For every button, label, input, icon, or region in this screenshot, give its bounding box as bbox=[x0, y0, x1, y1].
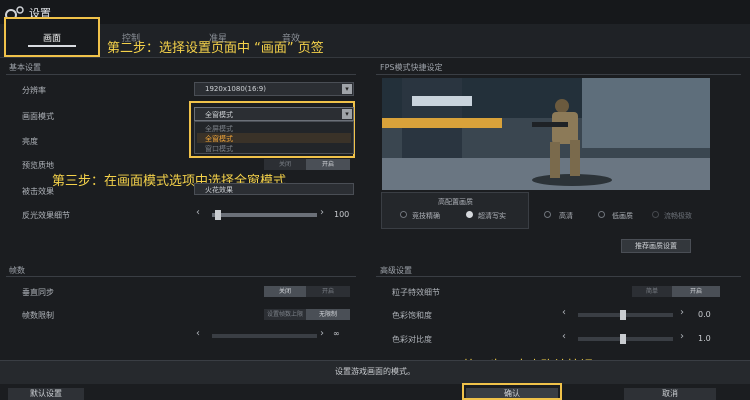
resolution-value: 1920x1080(16:9) bbox=[205, 85, 266, 93]
fps-limit-label: 帧数限制 bbox=[22, 311, 54, 320]
option-low-label: 低画质 bbox=[612, 212, 633, 220]
fps-slider[interactable] bbox=[212, 334, 317, 338]
preview-off-toggle[interactable]: 关闭 bbox=[264, 159, 306, 170]
resolution-dropdown[interactable]: 1920x1080(16:9) ▾ bbox=[194, 82, 354, 96]
tab-display[interactable]: 画面 bbox=[4, 17, 100, 57]
option-borderless[interactable]: 全窗模式 bbox=[205, 134, 233, 144]
resolution-label: 分辨率 bbox=[22, 86, 46, 95]
saturation-label: 色彩饱和度 bbox=[392, 311, 432, 320]
option-ultra-label: 超清写实 bbox=[478, 212, 506, 220]
chevron-left-icon[interactable]: ‹ bbox=[562, 331, 566, 342]
chevron-right-icon[interactable]: › bbox=[320, 328, 324, 339]
contrast-slider-knob[interactable] bbox=[620, 334, 626, 344]
cancel-button[interactable]: 取消 bbox=[624, 388, 716, 400]
radio-high[interactable] bbox=[544, 211, 551, 218]
tab-display-label: 画面 bbox=[42, 34, 61, 44]
radio-ultra[interactable] bbox=[466, 211, 473, 218]
divider bbox=[376, 276, 741, 277]
display-mode-value: 全窗模式 bbox=[205, 111, 233, 119]
vsync-on-toggle[interactable]: 开启 bbox=[306, 286, 350, 297]
recommend-quality-button[interactable]: 推荐画质设置 bbox=[621, 239, 691, 253]
chevron-left-icon[interactable]: ‹ bbox=[562, 307, 566, 318]
hit-effect-label: 被击效果 bbox=[22, 187, 54, 196]
reset-button[interactable]: 默认设置 bbox=[8, 388, 84, 400]
divider bbox=[376, 74, 741, 75]
particle-on-toggle[interactable]: 开启 bbox=[672, 286, 720, 297]
option-high-label: 高清 bbox=[559, 212, 573, 220]
chevron-left-icon[interactable]: ‹ bbox=[196, 207, 200, 218]
contrast-value: 1.0 bbox=[698, 334, 711, 343]
preview-on-toggle[interactable]: 开启 bbox=[306, 159, 350, 170]
fps-limit-unlimited-toggle[interactable]: 无限制 bbox=[306, 309, 350, 320]
chevron-down-icon: ▾ bbox=[342, 84, 352, 94]
annotation-step2: 第二步：选择设置页面中 “画面” 页签 bbox=[107, 41, 324, 56]
advanced-title: 高级设置 bbox=[380, 266, 412, 275]
option-smooth-label: 流畅极致 bbox=[664, 212, 692, 220]
divider bbox=[6, 276, 356, 277]
radio-low[interactable] bbox=[598, 211, 605, 218]
saturation-value: 0.0 bbox=[698, 310, 711, 319]
reflect-label: 反光效果细节 bbox=[22, 211, 70, 220]
option-windowed[interactable]: 窗口模式 bbox=[205, 144, 233, 154]
radio-smooth[interactable] bbox=[652, 211, 659, 218]
fps-limit-set-toggle[interactable]: 设置帧数上限 bbox=[264, 309, 306, 320]
chevron-left-icon[interactable]: ‹ bbox=[196, 328, 200, 339]
brightness-label: 亮度 bbox=[22, 137, 38, 146]
fps-value: ∞ bbox=[333, 329, 340, 338]
reflect-slider-fill bbox=[212, 213, 317, 217]
particle-label: 粒子特效细节 bbox=[392, 288, 440, 297]
confirm-highlight bbox=[462, 383, 562, 400]
option-competitive-label: 竞技精确 bbox=[412, 212, 440, 220]
radio-competitive[interactable] bbox=[400, 211, 407, 218]
divider bbox=[6, 74, 356, 75]
display-mode-label: 画面模式 bbox=[22, 112, 54, 121]
frames-title: 帧数 bbox=[9, 266, 25, 275]
contrast-label: 色彩对比度 bbox=[392, 335, 432, 344]
vsync-off-toggle[interactable]: 关闭 bbox=[264, 286, 306, 297]
chevron-right-icon[interactable]: › bbox=[320, 207, 324, 218]
reflect-value: 100 bbox=[334, 210, 350, 219]
hit-effect-value: 火花效果 bbox=[205, 186, 233, 194]
fps-settings-title: FPS模式快捷设定 bbox=[380, 63, 443, 72]
quality-title: 高配置画质 bbox=[438, 198, 473, 206]
preview-label: 预览质地 bbox=[22, 161, 54, 170]
particle-simple-toggle[interactable]: 简单 bbox=[632, 286, 672, 297]
basic-settings-title: 基本设置 bbox=[9, 63, 41, 72]
chevron-down-icon: ▾ bbox=[342, 109, 352, 119]
game-preview-image bbox=[382, 78, 710, 190]
vsync-label: 垂直同步 bbox=[22, 288, 54, 297]
chevron-right-icon[interactable]: › bbox=[680, 307, 684, 318]
saturation-slider-knob[interactable] bbox=[620, 310, 626, 320]
reflect-slider-knob[interactable] bbox=[215, 210, 221, 220]
reflect-slider[interactable] bbox=[212, 213, 317, 217]
display-mode-menu: 全屏模式 全窗模式 窗口模式 bbox=[194, 121, 354, 154]
chevron-right-icon[interactable]: › bbox=[680, 331, 684, 342]
hit-effect-dropdown[interactable]: 火花效果 bbox=[194, 183, 354, 195]
status-text: 设置游戏画面的模式。 bbox=[335, 367, 415, 376]
tab-active-indicator bbox=[28, 45, 76, 47]
display-mode-dropdown[interactable]: 全窗模式 ▾ bbox=[194, 107, 354, 121]
title-bar bbox=[0, 0, 750, 26]
